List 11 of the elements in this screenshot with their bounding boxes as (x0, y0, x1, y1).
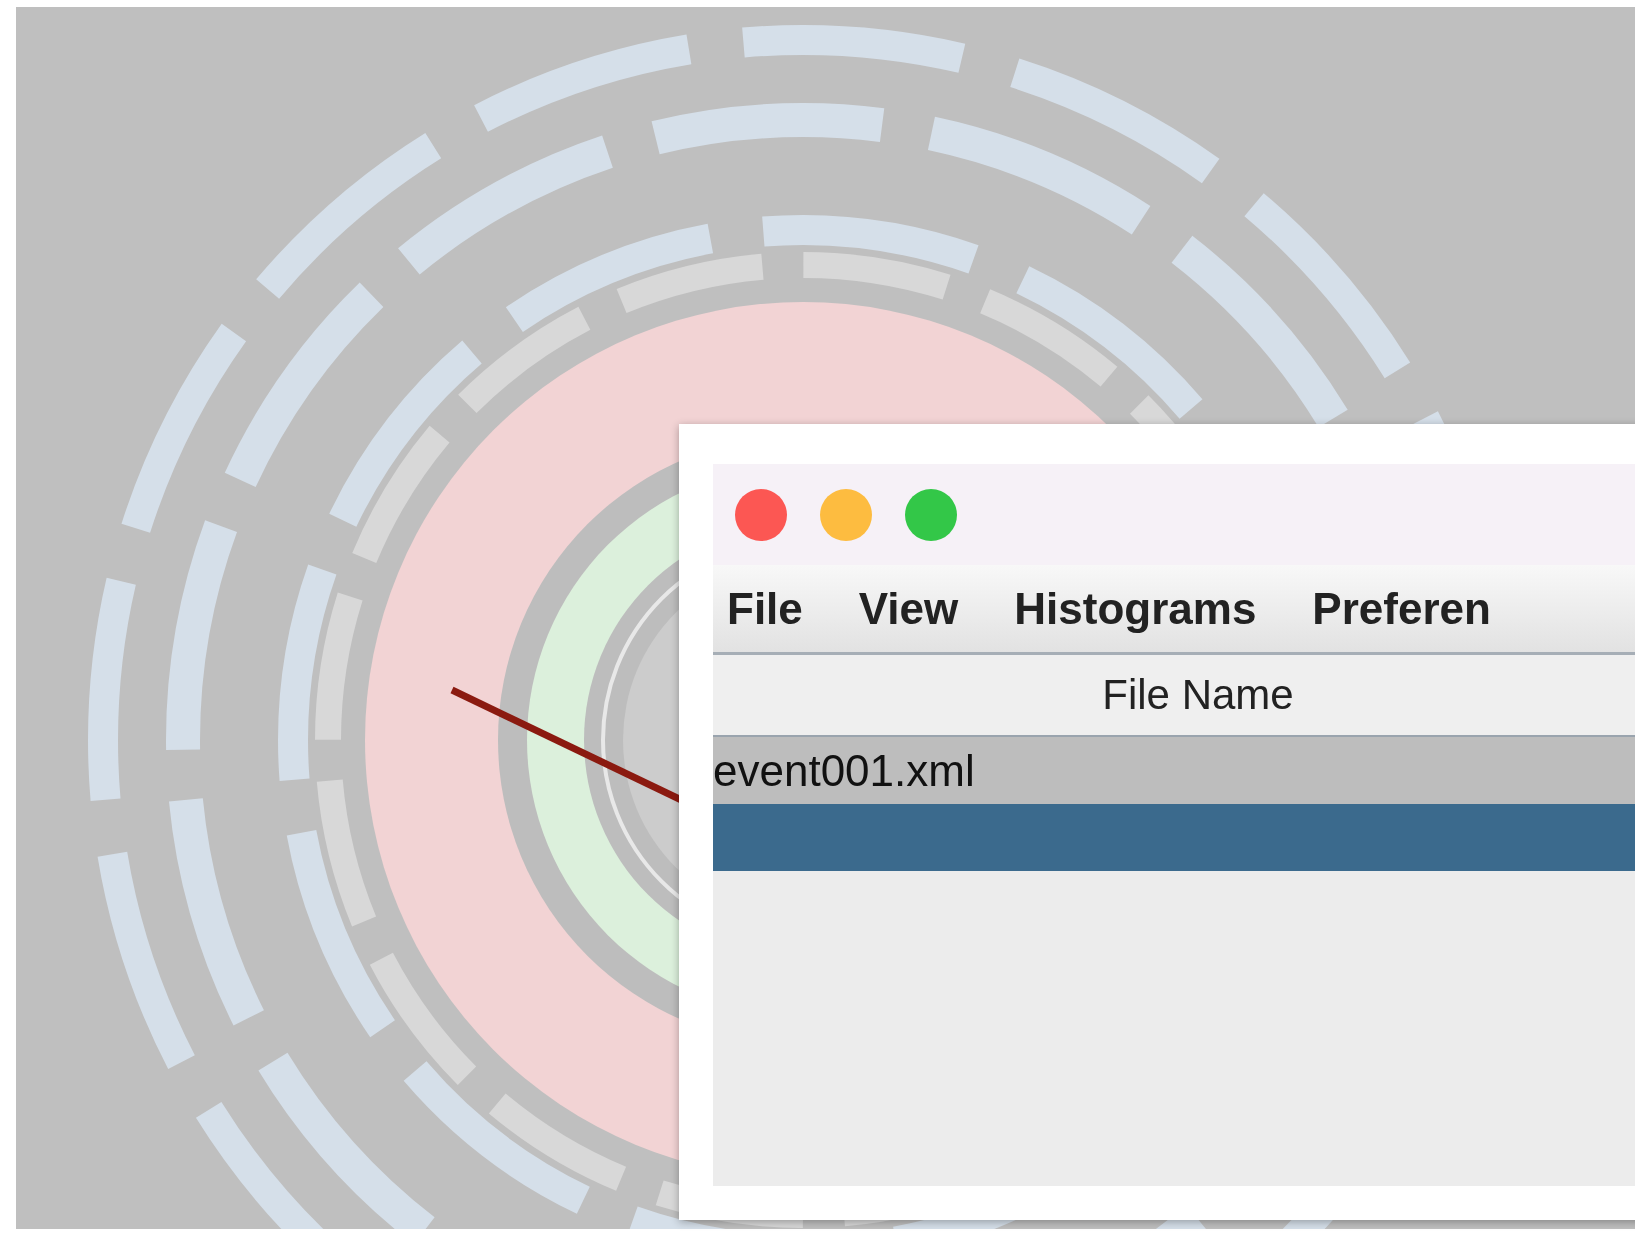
table-row[interactable] (713, 804, 1635, 871)
file-name: event001.xml (713, 745, 975, 796)
menu-item[interactable]: View (858, 583, 959, 634)
table-row[interactable]: event001.xml (713, 737, 1635, 804)
menu-item[interactable]: Histograms (1014, 583, 1257, 634)
minimize-button[interactable] (820, 488, 872, 541)
menu-item[interactable]: File (727, 583, 803, 634)
menu-item[interactable]: Preferen (1312, 583, 1491, 634)
column-title: File Name (1102, 671, 1294, 719)
zoom-button[interactable] (905, 488, 957, 541)
close-button[interactable] (735, 488, 787, 541)
